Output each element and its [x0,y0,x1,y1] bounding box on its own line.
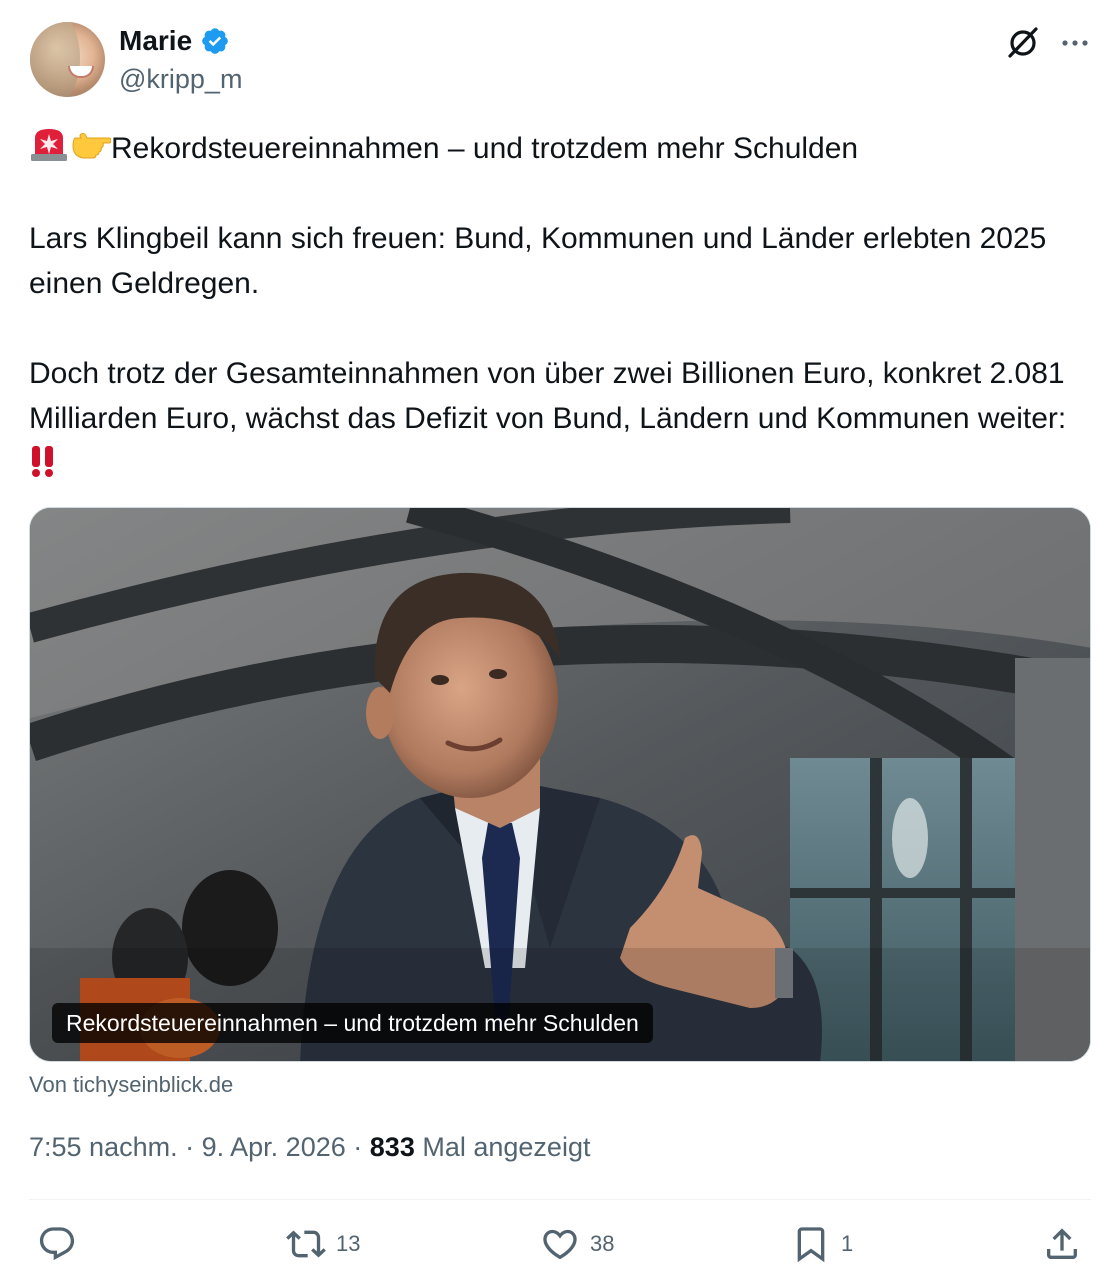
verified-badge-icon [202,28,228,54]
tweet-paragraph-1: Lars Klingbeil kann sich freuen: Bund, K… [29,222,1047,300]
link-preview-card[interactable]: Rekordsteuereinnahmen – und trotzdem meh… [29,507,1091,1062]
tweet-headline: Rekordsteuereinnahmen – und trotzdem meh… [111,132,859,165]
double-exclamation-icon [32,446,53,477]
author-display-name[interactable]: Marie [119,25,192,57]
link-source[interactable]: Von tichyseinblick.de [29,1072,233,1098]
more-options-icon[interactable] [1060,28,1090,58]
views-count: 833 [369,1132,415,1162]
tweet-header: Marie @kripp_m [30,22,1100,98]
retweet-count: 13 [336,1231,361,1256]
pointing-right-hand-icon [72,133,111,159]
heart-icon [543,1229,577,1260]
divider [29,1199,1091,1200]
tweet-paragraph-2-line: Doch trotz der Gesamteinnahmen von über … [29,351,1091,486]
meta-separator: · [185,1132,195,1162]
reply-button[interactable] [37,1222,87,1266]
author-name-row: Marie [119,25,230,57]
retweet-icon [286,1230,326,1258]
like-count: 38 [590,1231,615,1256]
tweet-date[interactable]: 9. Apr. 2026 [202,1132,346,1162]
meta-separator: · [353,1132,363,1162]
avatar-hair [30,22,80,97]
like-button[interactable]: 38 [540,1222,614,1266]
share-icon [1047,1228,1077,1259]
share-button[interactable] [1042,1222,1082,1266]
views-label: Mal angezeigt [422,1132,591,1162]
author-handle[interactable]: @kripp_m [119,64,242,95]
bookmark-icon [797,1227,825,1263]
police-car-light-icon [31,129,67,161]
tweet-text: Rekordsteuereinnahmen – und trotzdem meh… [29,126,1091,486]
grok-icon[interactable] [1005,24,1041,60]
bookmark-count: 1 [841,1231,854,1256]
tweet-paragraph-2: Doch trotz der Gesamteinnahmen von über … [29,357,1067,435]
tweet-time[interactable]: 7:55 nachm. [29,1132,178,1162]
tweet-meta: 7:55 nachm. · 9. Apr. 2026 · 833 Mal ang… [29,1132,590,1163]
avatar[interactable] [30,22,105,97]
article-photo [30,508,1090,1061]
media-caption: Rekordsteuereinnahmen – und trotzdem meh… [52,1003,653,1043]
retweet-button[interactable]: 13 [286,1222,360,1266]
reply-icon [39,1227,75,1261]
bookmark-button[interactable]: 1 [791,1222,853,1266]
tweet-headline-line: Rekordsteuereinnahmen – und trotzdem meh… [29,126,1091,171]
